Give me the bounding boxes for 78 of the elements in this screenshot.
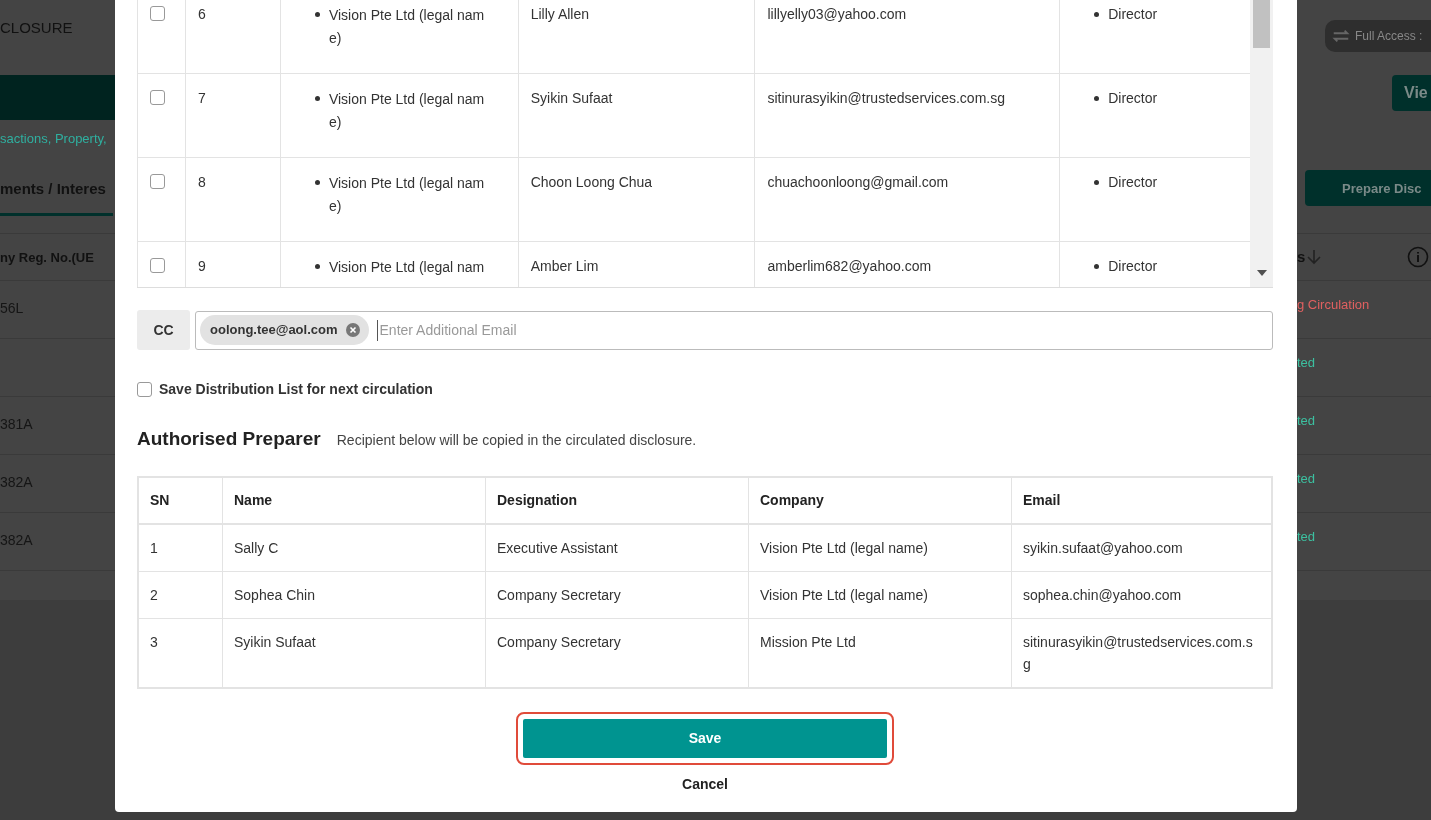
column-header: SN xyxy=(150,490,170,510)
table-cell: Choon Loong Chua xyxy=(530,174,653,190)
checkbox[interactable] xyxy=(150,258,165,273)
table-cell-text: Mission Pte Ltd xyxy=(760,632,857,652)
table-cell: amberlim682@yahoo.com xyxy=(767,258,932,274)
column-header: Designation xyxy=(497,490,578,510)
status-text: ted xyxy=(1297,412,1316,430)
cancel-button[interactable]: Cancel xyxy=(682,773,728,795)
table-cell: Amber Lim xyxy=(530,258,599,274)
checkbox[interactable] xyxy=(150,174,165,189)
info-icon[interactable] xyxy=(1407,246,1429,268)
sort-arrow-icon[interactable] xyxy=(1307,249,1322,266)
table-cell-text: sitinurasyikin@trustedservices.com.sg xyxy=(1023,632,1254,674)
table-cell: 9 xyxy=(197,258,206,274)
column-header: Email xyxy=(1023,490,1061,510)
table-cell-text: Vision Pte Ltd (legal name) xyxy=(328,174,486,216)
table-cell-text: Vision Pte Ltd (legal name) xyxy=(760,538,929,558)
table-cell-text: 1 xyxy=(150,538,159,558)
table-cell: 7 xyxy=(197,90,206,106)
table-cell: sitinurasyikin@trustedservices.com.sg xyxy=(767,90,1005,106)
table-cell-text: Sally C xyxy=(234,538,280,558)
table-cell: 8 xyxy=(197,174,206,190)
bullet-icon xyxy=(314,96,320,101)
email-input[interactable]: Enter Additional Email xyxy=(376,319,1272,341)
table-cell-text: Director xyxy=(1108,5,1158,24)
bullet-icon xyxy=(314,12,320,17)
status-text: ted xyxy=(1297,354,1316,372)
checkbox[interactable] xyxy=(150,90,165,105)
cc-label: CC xyxy=(137,310,190,350)
bullet-icon xyxy=(1094,180,1100,185)
table-cell-text: Vision Pte Ltd (legal name) xyxy=(328,6,486,48)
table-cell-text: Syikin Sufaat xyxy=(234,632,317,652)
table-cell-text: Company Secretary xyxy=(497,632,622,652)
page-subtitle: sactions, Property, xyxy=(0,130,107,148)
checkbox[interactable] xyxy=(137,382,152,397)
table-cell-text: Director xyxy=(1108,89,1158,108)
section-note: Recipient below will be copied in the circulated disclosure. xyxy=(336,431,697,450)
bullet-icon xyxy=(1094,264,1100,269)
table-cell-text: Vision Pte Ltd (legal name) xyxy=(328,90,486,132)
bullet-icon xyxy=(314,180,320,185)
column-header: Name xyxy=(234,490,273,510)
table-cell: lillyelly03@yahoo.com xyxy=(767,6,907,22)
email-chip[interactable]: oolong.tee@aol.com xyxy=(200,315,369,345)
table-cell-text: Executive Assistant xyxy=(497,538,619,558)
table-cell-text: Director xyxy=(1108,173,1158,192)
checkbox-label: Save Distribution List for next circulation xyxy=(159,380,433,399)
table-cell: Lilly Allen xyxy=(530,6,590,22)
table-cell-text: Vision Pte Ltd (legal nam xyxy=(328,258,486,277)
table-cell-text: Director xyxy=(1108,257,1158,276)
scrollbar-thumb[interactable] xyxy=(1253,0,1270,48)
status-text: g Circulation xyxy=(1297,296,1370,314)
table-cell-text: sophea.chin@yahoo.com xyxy=(1023,585,1183,605)
scrollbar[interactable] xyxy=(1250,0,1273,287)
table-cell-text: Vision Pte Ltd (legal name) xyxy=(760,585,929,605)
access-badge[interactable]: Full Access : xyxy=(1325,20,1431,52)
table-cell: Syikin Sufaat xyxy=(530,90,613,106)
status-text: ted xyxy=(1297,470,1316,488)
scroll-down-icon[interactable] xyxy=(1257,270,1267,276)
status-text: ted xyxy=(1297,528,1316,546)
save-button[interactable]: Save xyxy=(523,718,887,758)
remove-icon[interactable] xyxy=(345,323,360,337)
column-header: Company xyxy=(760,490,824,510)
checkbox[interactable] xyxy=(150,6,165,21)
bullet-icon xyxy=(1094,96,1100,101)
bullet-icon xyxy=(1094,12,1100,17)
view-button[interactable]: Vie xyxy=(1392,75,1431,111)
table-cell-text: 3 xyxy=(150,632,159,652)
prepare-button[interactable]: Prepare Disc xyxy=(1305,170,1431,206)
section-title: Authorised Preparer xyxy=(137,427,321,451)
cc-field[interactable]: oolong.tee@aol.com Enter Additional Email xyxy=(195,310,1273,350)
table-cell: chuachoonloong@gmail.com xyxy=(767,174,949,190)
table-cell-text: Sophea Chin xyxy=(234,585,316,605)
swap-icon xyxy=(1331,27,1351,45)
bullet-icon xyxy=(314,264,320,269)
table-cell: 6 xyxy=(197,6,206,22)
table-cell-text: 2 xyxy=(150,585,159,605)
table-cell-text: Company Secretary xyxy=(497,585,622,605)
table-cell-text: syikin.sufaat@yahoo.com xyxy=(1023,538,1184,558)
